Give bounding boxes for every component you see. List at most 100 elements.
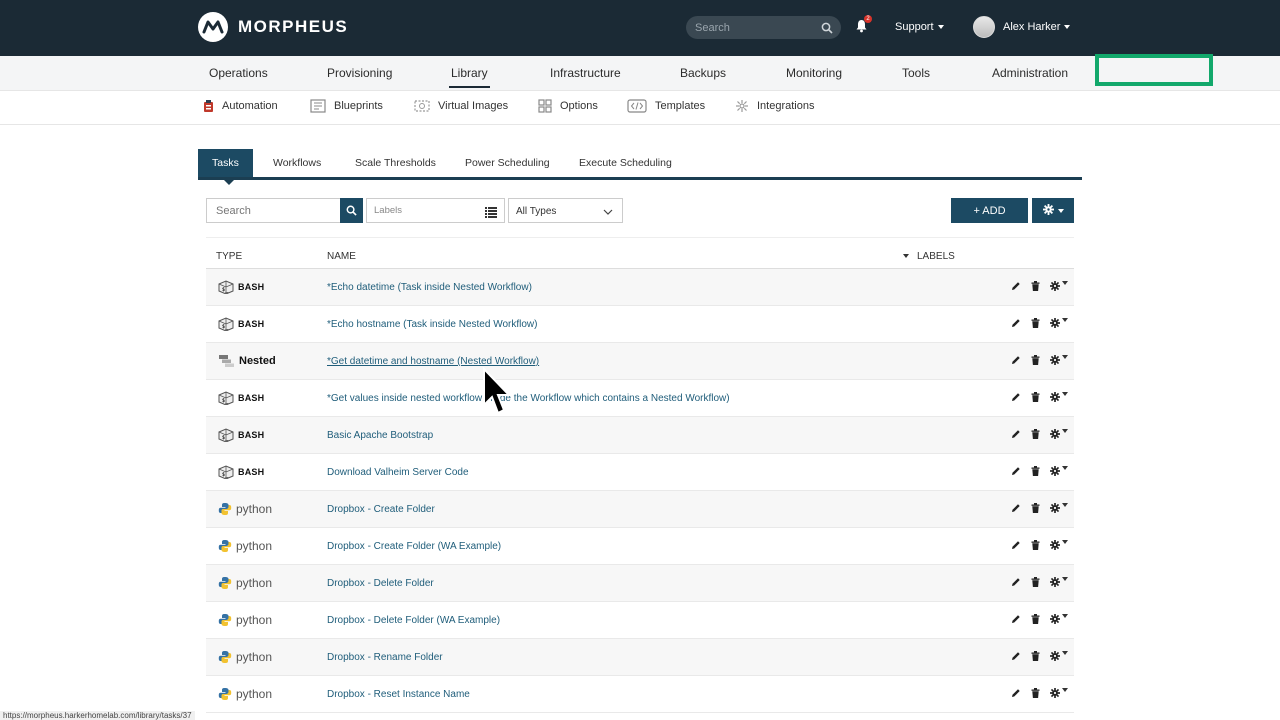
nav-infrastructure[interactable]: Infrastructure (550, 66, 621, 80)
type-select[interactable]: All Types (508, 198, 623, 223)
delete-icon[interactable] (1031, 503, 1040, 513)
task-name-link[interactable]: Dropbox - Create Folder (WA Example) (327, 541, 501, 552)
edit-icon[interactable] (1011, 688, 1021, 698)
labels-input[interactable] (367, 199, 477, 222)
labels-filter[interactable] (366, 198, 505, 223)
row-gear-menu[interactable] (1050, 466, 1068, 476)
nav-tools[interactable]: Tools (902, 66, 930, 80)
task-type-label: Nested (239, 355, 276, 367)
edit-icon[interactable] (1011, 392, 1021, 402)
nav-backups[interactable]: Backups (680, 66, 726, 80)
delete-icon[interactable] (1031, 466, 1040, 476)
edit-icon[interactable] (1011, 466, 1021, 476)
table-row[interactable]: Nested *Get datetime and hostname (Nested… (206, 343, 1074, 380)
user-menu[interactable]: Alex Harker (973, 16, 1071, 38)
table-row[interactable]: python Dropbox - Create Folder (206, 491, 1074, 528)
add-task-button[interactable]: + ADD (951, 198, 1028, 223)
row-gear-menu[interactable] (1050, 281, 1068, 291)
edit-icon[interactable] (1011, 355, 1021, 365)
tab-tasks[interactable]: Tasks (198, 149, 253, 177)
nav-provisioning[interactable]: Provisioning (327, 66, 392, 80)
support-menu[interactable]: Support (895, 21, 944, 33)
task-name-link[interactable]: Dropbox - Create Folder (327, 504, 435, 515)
subnav-templates[interactable]: Templates (627, 99, 705, 113)
task-search[interactable] (206, 198, 363, 223)
task-search-input[interactable] (207, 199, 341, 222)
table-row[interactable]: $_ BASH Download Valheim Server Code (206, 454, 1074, 491)
subnav-virtual-images[interactable]: Virtual Images (414, 99, 508, 113)
edit-icon[interactable] (1011, 503, 1021, 513)
subnav-blueprints[interactable]: Blueprints (310, 99, 383, 113)
task-name-link[interactable]: *Get datetime and hostname (Nested Workf… (327, 356, 539, 367)
delete-icon[interactable] (1031, 577, 1040, 587)
global-search-input[interactable] (686, 16, 811, 39)
notifications-button[interactable]: 2 (855, 15, 872, 38)
task-name-link[interactable]: Dropbox - Delete Folder (327, 578, 434, 589)
column-name[interactable]: NAME (327, 251, 356, 262)
row-gear-menu[interactable] (1050, 651, 1068, 661)
nav-monitoring[interactable]: Monitoring (786, 66, 842, 80)
row-gear-menu[interactable] (1050, 318, 1068, 328)
delete-icon[interactable] (1031, 281, 1040, 291)
nav-library[interactable]: Library (449, 66, 490, 88)
task-name-link[interactable]: Basic Apache Bootstrap (327, 430, 433, 441)
edit-icon[interactable] (1011, 318, 1021, 328)
delete-icon[interactable] (1031, 614, 1040, 624)
nav-operations[interactable]: Operations (209, 66, 268, 80)
delete-icon[interactable] (1031, 540, 1040, 550)
task-name-link[interactable]: *Echo datetime (Task inside Nested Workf… (327, 282, 532, 293)
tab-scale-thresholds[interactable]: Scale Thresholds (355, 149, 436, 177)
edit-icon[interactable] (1011, 281, 1021, 291)
row-gear-menu[interactable] (1050, 355, 1068, 365)
delete-icon[interactable] (1031, 651, 1040, 661)
row-gear-menu[interactable] (1050, 614, 1068, 624)
table-row[interactable]: $_ BASH *Echo datetime (Task inside Nested… (206, 269, 1074, 306)
tab-execute-scheduling[interactable]: Execute Scheduling (579, 149, 672, 177)
delete-icon[interactable] (1031, 429, 1040, 439)
task-name-link[interactable]: Dropbox - Reset Instance Name (327, 689, 470, 700)
table-row[interactable]: $_ BASH *Get values inside nested workflow… (206, 380, 1074, 417)
task-name-link[interactable]: Dropbox - Delete Folder (WA Example) (327, 615, 500, 626)
row-gear-menu[interactable] (1050, 429, 1068, 439)
subnav-options[interactable]: Options (538, 99, 598, 113)
subnav-automation[interactable]: Automation (203, 99, 278, 113)
edit-icon[interactable] (1011, 540, 1021, 550)
edit-icon[interactable] (1011, 651, 1021, 661)
table-row[interactable]: $_ BASH Basic Apache Bootstrap (206, 417, 1074, 454)
task-name-link[interactable]: Download Valheim Server Code (327, 467, 469, 478)
column-labels[interactable]: LABELS (917, 251, 955, 262)
table-row[interactable]: $_ BASH *Echo hostname (Task inside Nested… (206, 306, 1074, 343)
delete-icon[interactable] (1031, 688, 1040, 698)
brand[interactable]: MORPHEUS (198, 12, 348, 42)
search-button[interactable] (340, 198, 363, 223)
subnav-integrations[interactable]: Integrations (735, 99, 814, 113)
delete-icon[interactable] (1031, 355, 1040, 365)
tab-workflows[interactable]: Workflows (273, 149, 321, 177)
delete-icon[interactable] (1031, 318, 1040, 328)
list-icon[interactable] (485, 205, 497, 223)
row-gear-menu[interactable] (1050, 688, 1068, 698)
row-gear-menu[interactable] (1050, 540, 1068, 550)
settings-menu-button[interactable] (1032, 198, 1074, 223)
edit-icon[interactable] (1011, 614, 1021, 624)
task-name-link[interactable]: *Echo hostname (Task inside Nested Workf… (327, 319, 537, 330)
sort-caret-icon[interactable] (903, 251, 909, 262)
row-gear-menu[interactable] (1050, 392, 1068, 402)
delete-icon[interactable] (1031, 392, 1040, 402)
task-name-link[interactable]: Dropbox - Rename Folder (327, 652, 443, 663)
nav-administration[interactable]: Administration (992, 66, 1068, 80)
table-row[interactable]: python Dropbox - Delete Folder (WA Exampl… (206, 602, 1074, 639)
table-row[interactable]: python Dropbox - Create Folder (WA Exampl… (206, 528, 1074, 565)
edit-icon[interactable] (1011, 577, 1021, 587)
edit-icon[interactable] (1011, 429, 1021, 439)
row-gear-menu[interactable] (1050, 577, 1068, 587)
column-type[interactable]: TYPE (216, 251, 242, 262)
global-search[interactable] (686, 16, 841, 39)
search-icon[interactable] (821, 21, 833, 39)
tab-power-scheduling[interactable]: Power Scheduling (465, 149, 550, 177)
row-gear-menu[interactable] (1050, 503, 1068, 513)
table-row[interactable]: python Dropbox - Reset Instance Name (206, 676, 1074, 713)
table-row[interactable]: python Dropbox - Delete Folder (206, 565, 1074, 602)
task-name-link[interactable]: *Get values inside nested workflow insid… (327, 393, 730, 404)
table-row[interactable]: python Dropbox - Rename Folder (206, 639, 1074, 676)
